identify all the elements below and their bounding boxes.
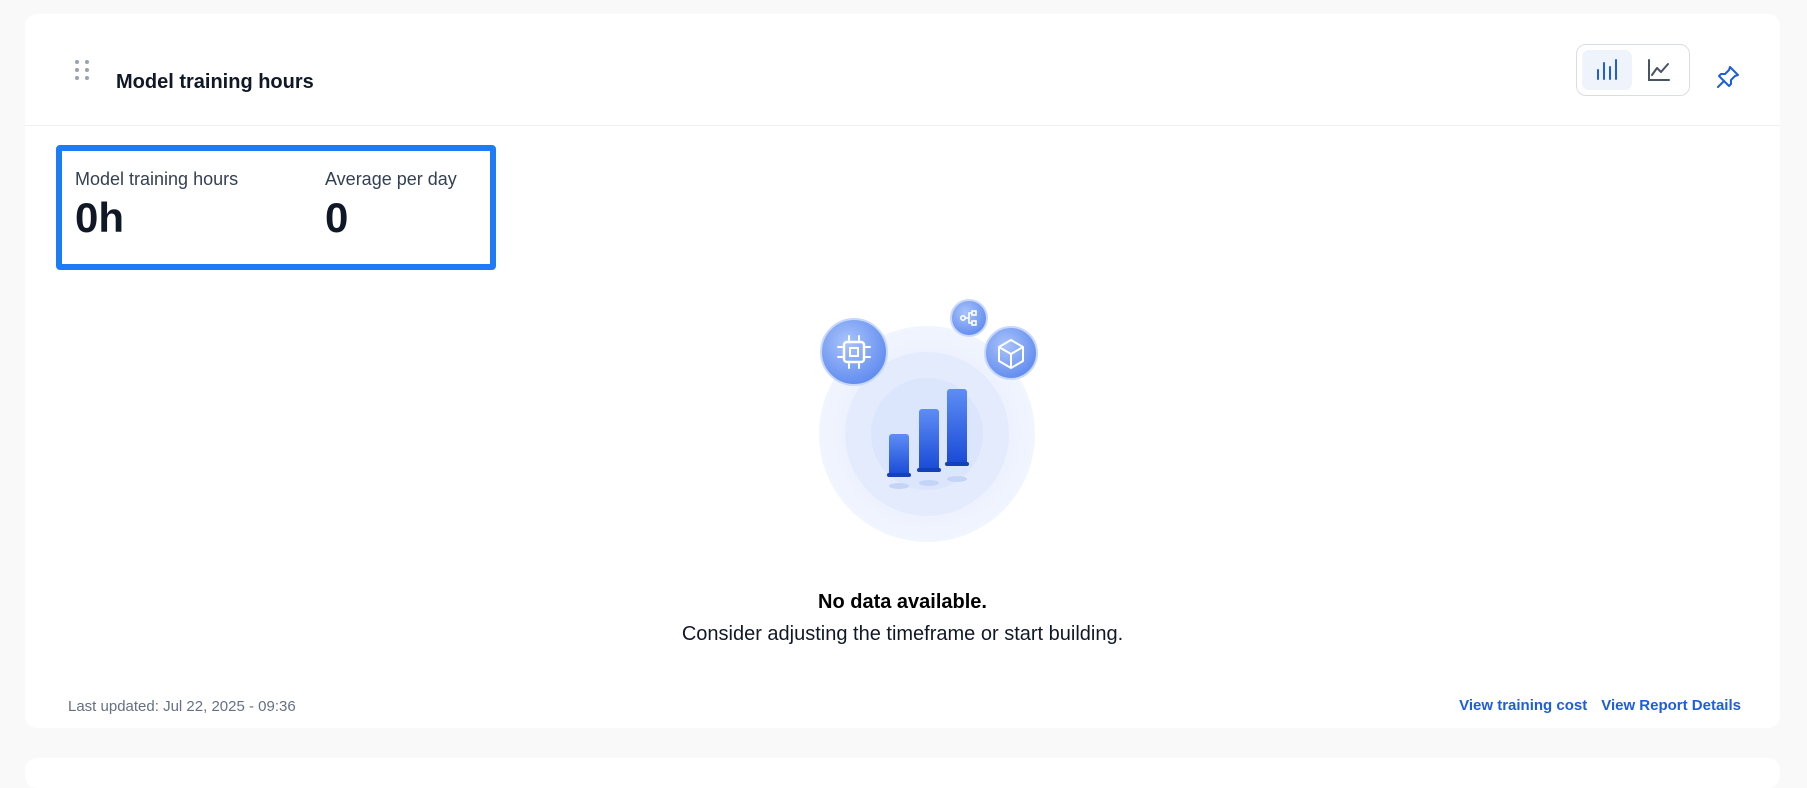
- line-chart-icon: [1648, 59, 1670, 81]
- pin-icon: [1717, 66, 1739, 88]
- chip-icon: [820, 318, 888, 386]
- card-title: Model training hours: [116, 71, 314, 93]
- bar-chart-view-button[interactable]: [1582, 50, 1632, 90]
- last-updated-text: Last updated: Jul 22, 2025 - 09:36: [68, 698, 296, 715]
- stat-model-training-hours: Model training hours 0h: [75, 169, 238, 242]
- footer-links: View training cost View Report Details: [1459, 697, 1741, 714]
- bar-chart-icon: [1597, 59, 1617, 80]
- empty-state-illustration: [789, 286, 1039, 556]
- stat-value: 0h: [75, 194, 125, 241]
- next-card: [25, 758, 1780, 788]
- stats-summary: Model training hours 0h Average per day …: [56, 145, 496, 270]
- card-header: Model training hours: [25, 14, 1780, 126]
- empty-state-subtitle: Consider adjusting the timeframe or star…: [681, 623, 1124, 645]
- drag-handle-icon[interactable]: [75, 60, 89, 82]
- pin-button[interactable]: [1710, 59, 1746, 95]
- empty-state-title: No data available.: [818, 591, 987, 613]
- line-chart-view-button[interactable]: [1634, 50, 1684, 90]
- stat-label: Average per day: [325, 169, 457, 189]
- stat-value: 0: [325, 194, 349, 241]
- workflow-icon: [950, 299, 988, 337]
- view-training-cost-link[interactable]: View training cost: [1459, 697, 1587, 714]
- model-training-hours-card: Model training hours Model training hour…: [25, 14, 1780, 728]
- cube-icon: [984, 326, 1038, 380]
- stat-label: Model training hours: [75, 169, 239, 189]
- stat-average-per-day: Average per day 0: [325, 169, 457, 242]
- chart-view-toggle: [1576, 44, 1690, 96]
- view-report-details-link[interactable]: View Report Details: [1601, 697, 1741, 714]
